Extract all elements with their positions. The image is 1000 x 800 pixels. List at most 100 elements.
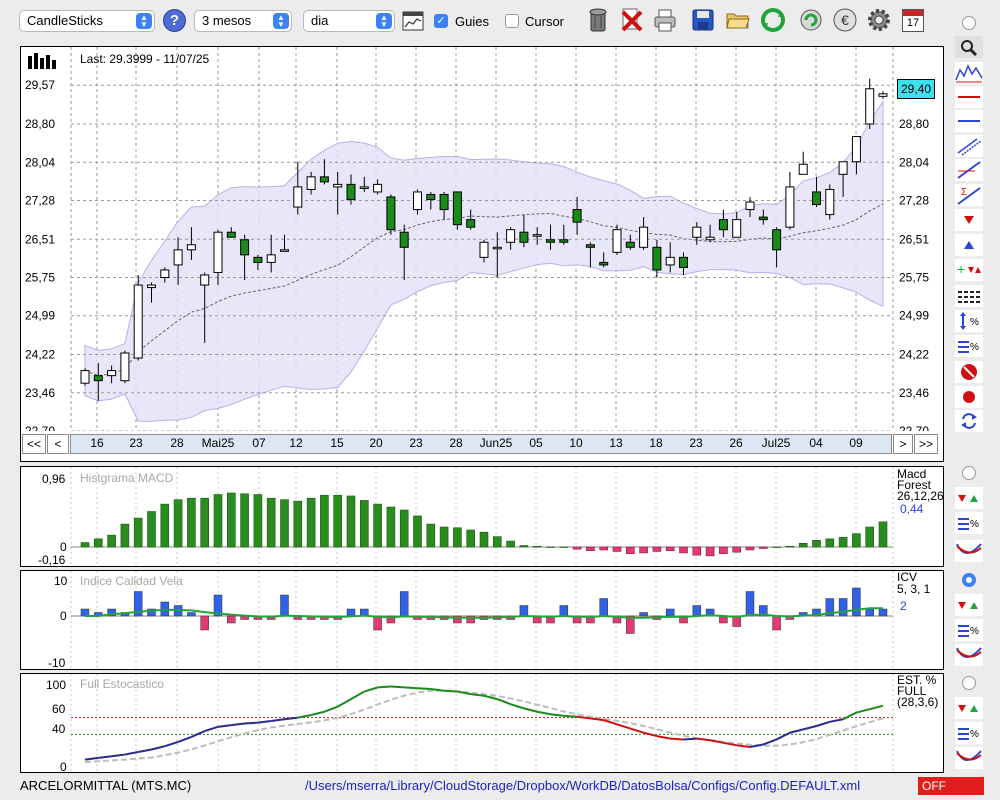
svg-text:+: + xyxy=(957,261,965,277)
candle-body xyxy=(625,241,635,248)
zoom-icon[interactable] xyxy=(955,36,983,58)
macd-title: Histgrama MACD xyxy=(80,471,174,485)
calendar-icon[interactable]: 17 xyxy=(902,9,924,32)
help-button[interactable]: ? xyxy=(163,9,186,32)
candle-body xyxy=(359,186,369,189)
stoch-k-segment xyxy=(244,721,258,725)
stoch-k-segment xyxy=(111,753,126,758)
delete-icon[interactable] xyxy=(619,6,645,34)
arrow-down-red-icon[interactable] xyxy=(955,209,983,231)
clear-drawings-icon[interactable] xyxy=(955,361,983,383)
stoch-k-segment xyxy=(377,685,391,689)
stoch-k-segment xyxy=(390,685,405,689)
radio-stochastic[interactable] xyxy=(962,676,976,690)
grid-lines-icon[interactable] xyxy=(955,285,983,307)
chart-type-select[interactable]: CandleSticks ▲ ▼ xyxy=(19,10,155,32)
y-tick-label: 22,70 xyxy=(25,424,55,431)
percent-lines-icon[interactable]: % xyxy=(955,335,983,357)
signals-icon[interactable] xyxy=(955,487,983,509)
gear-icon[interactable] xyxy=(866,6,892,34)
stoch-k-segment xyxy=(723,741,737,747)
signals-icon[interactable] xyxy=(955,594,983,616)
percent-range-icon[interactable]: % xyxy=(955,310,983,332)
svg-text:Σ: Σ xyxy=(961,187,967,198)
stoch-k-segment xyxy=(670,737,684,741)
save-icon[interactable] xyxy=(690,6,716,34)
fibonacci-tool-icon[interactable]: Σ xyxy=(955,184,983,206)
svg-text:%: % xyxy=(970,342,979,353)
stoch-d-line xyxy=(84,689,884,764)
icv-bar xyxy=(772,615,781,631)
macd-bar xyxy=(506,540,515,548)
radio-icv[interactable] xyxy=(962,573,976,587)
indicator-overlay-icon[interactable] xyxy=(955,62,983,84)
add-signals-icon[interactable]: + xyxy=(955,259,983,281)
refresh-all-icon[interactable] xyxy=(798,6,824,34)
candle-body xyxy=(346,183,356,200)
macd-bar xyxy=(280,499,289,548)
crossover-icon[interactable] xyxy=(955,540,983,562)
nav-next-button[interactable]: > xyxy=(893,434,913,454)
macd-bar xyxy=(173,499,183,548)
y-tick-label: 24,99 xyxy=(25,309,55,323)
candle-body xyxy=(758,216,768,221)
stoch-k-segment xyxy=(802,725,817,731)
guides-checkbox[interactable]: ✓ xyxy=(434,14,448,28)
macd-bar xyxy=(346,495,356,548)
crossover-icon[interactable] xyxy=(955,747,983,769)
trendline-tool-icon[interactable] xyxy=(955,159,983,181)
candle-body xyxy=(798,163,808,175)
candle-body xyxy=(266,254,276,263)
candle-body xyxy=(319,176,329,183)
signals-icon[interactable] xyxy=(955,697,983,719)
macd-bar xyxy=(227,492,236,548)
open-folder-icon[interactable] xyxy=(725,6,751,34)
radio-toolbar[interactable] xyxy=(962,16,976,30)
arrow-up-blue-icon[interactable] xyxy=(955,234,983,256)
macd-bar xyxy=(479,531,489,548)
radio-macd[interactable] xyxy=(962,466,976,480)
swap-icon[interactable] xyxy=(955,410,983,432)
percent-lines-icon[interactable]: % xyxy=(955,722,983,744)
icv-bar xyxy=(692,605,702,617)
stoch-k-segment xyxy=(537,710,551,716)
interval-select[interactable]: dia ▲ ▼ xyxy=(303,10,395,32)
macd-bar xyxy=(572,546,582,550)
stoch-k-segment xyxy=(84,756,99,761)
trash-icon[interactable] xyxy=(585,6,611,34)
price-chart-panel[interactable]: 22,70 22,70 23,46 23,46 24,22 24,22 24,99 24,99… xyxy=(20,46,944,462)
macd-bar xyxy=(732,546,742,553)
nav-prev-button[interactable]: < xyxy=(47,434,69,454)
time-axis-scrollbar[interactable]: 16 23 28 Mai25 07 12 15 20 23 28 Jun25 05 10 13 18 23 26… xyxy=(70,434,892,454)
record-icon[interactable] xyxy=(955,386,983,408)
print-icon[interactable] xyxy=(652,6,678,34)
stoch-k-segment xyxy=(523,707,538,713)
nav-first-button[interactable]: << xyxy=(22,434,46,454)
macd-bar xyxy=(719,546,728,554)
cursor-checkbox[interactable] xyxy=(505,14,519,28)
config-path[interactable]: /Users/mserra/Library/CloudStorage/Dropb… xyxy=(305,778,860,793)
refresh-icon[interactable] xyxy=(760,6,786,34)
stoch-title: Full Estocastico xyxy=(80,677,165,691)
percent-lines-icon[interactable]: % xyxy=(955,512,983,534)
currency-euro-icon[interactable]: € xyxy=(832,6,858,34)
time-axis-tick: 28 xyxy=(449,436,463,450)
chart-settings-icon[interactable] xyxy=(402,11,424,31)
period-select[interactable]: 3 mesos ▲ ▼ xyxy=(194,10,292,32)
macd-bar xyxy=(745,546,755,551)
percent-lines-icon[interactable]: % xyxy=(955,619,983,641)
candle-body xyxy=(147,284,156,289)
svg-text:%: % xyxy=(970,519,979,530)
crossover-icon[interactable] xyxy=(955,644,983,666)
y-tick-label-right: 27,28 xyxy=(899,193,929,207)
stoch-k-segment xyxy=(762,738,777,746)
horizontal-line-red-icon[interactable] xyxy=(955,86,983,108)
macd-bar xyxy=(532,545,542,548)
y-tick-label-right: 28,04 xyxy=(899,155,929,169)
macd-bar xyxy=(652,546,662,552)
horizontal-line-blue-icon[interactable] xyxy=(955,110,983,132)
nav-last-button[interactable]: >> xyxy=(914,434,938,454)
channel-tool-icon[interactable] xyxy=(955,135,983,157)
last-price-label: Last: 29.3999 - 11/07/25 xyxy=(80,52,210,66)
y-tick-label: 26,51 xyxy=(25,232,55,246)
